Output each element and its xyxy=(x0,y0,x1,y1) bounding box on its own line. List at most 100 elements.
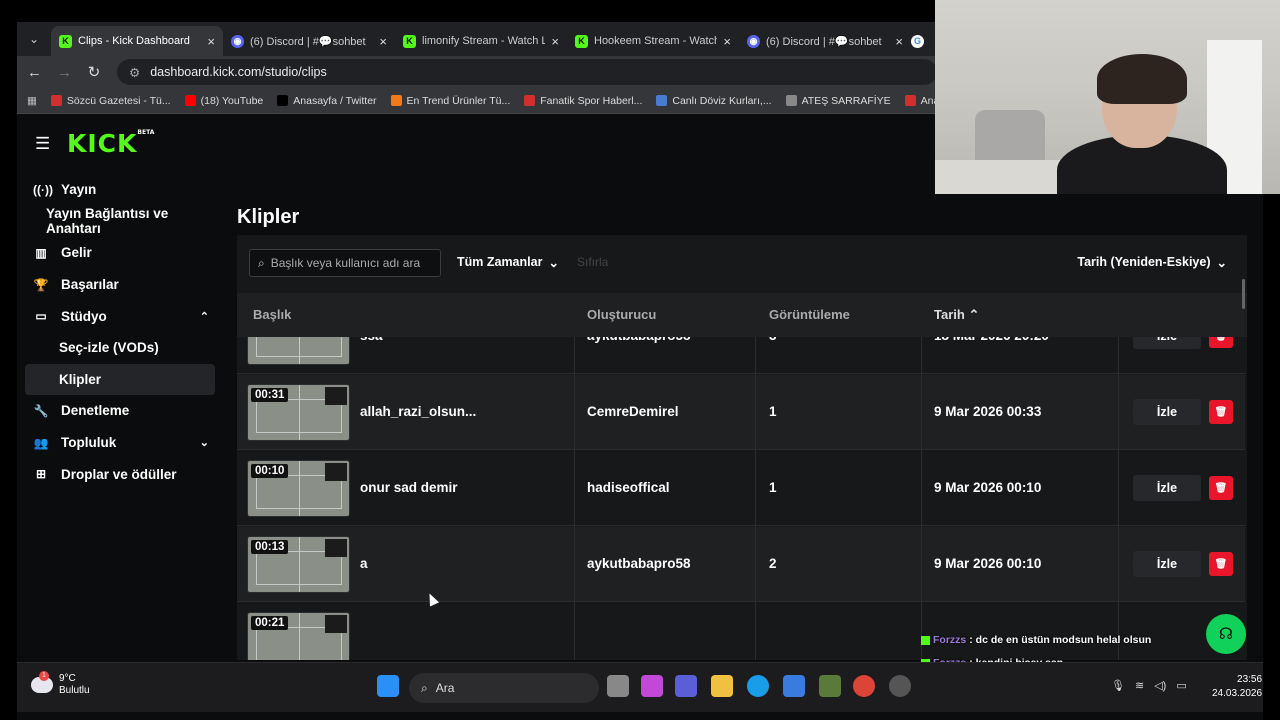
sidebar-item-3[interactable]: 🏆 Başarılar xyxy=(25,269,215,301)
minecraft-icon[interactable] xyxy=(819,675,841,697)
bookmark-favicon-icon xyxy=(277,95,289,106)
tab-4[interactable]: ◉ (6) Discord | #💬sohbet × xyxy=(739,26,911,56)
sidebar-item-9[interactable]: ⊞ Droplar ve ödüller xyxy=(25,458,215,490)
search-input[interactable]: ⌕ Başlık veya kullanıcı adı ara xyxy=(249,249,441,277)
tab-2[interactable]: Klimonify Stream - Watch Li × xyxy=(395,26,567,56)
wrench-icon: 🔧 xyxy=(33,403,49,418)
watch-button[interactable]: İzle xyxy=(1133,399,1201,425)
clip-title[interactable]: ssa xyxy=(360,337,383,343)
battery-icon[interactable]: ▭ xyxy=(1176,679,1186,692)
close-tab-icon[interactable]: × xyxy=(895,34,903,49)
bookmark-label: Sözcü Gazetesi - Tü... xyxy=(66,94,171,107)
clock[interactable]: 23:56 24.03.2026 xyxy=(1212,673,1262,701)
menu-icon[interactable]: ☰ xyxy=(35,134,50,154)
bookmark-item[interactable]: Canlı Döviz Kurları,... xyxy=(656,95,772,107)
chevron-down-icon[interactable]: ⌄ xyxy=(200,436,209,449)
sidebar-item-2[interactable]: ▥ Gelir xyxy=(25,237,215,269)
headset-icon: ☊ xyxy=(1218,626,1234,643)
sidebar-item-4[interactable]: ▭ Stüdyo ⌃ xyxy=(25,300,215,332)
clip-title[interactable]: allah_razi_olsun... xyxy=(360,404,476,419)
clip-creator[interactable]: hadiseoffical xyxy=(587,480,670,495)
clip-creator[interactable]: CemreDemirel xyxy=(587,404,679,419)
sidebar-item-0[interactable]: ((·)) Yayın xyxy=(25,174,215,206)
copilot-icon[interactable] xyxy=(641,675,663,697)
delete-button[interactable]: 🗑 xyxy=(1209,476,1233,500)
col-creator[interactable]: Oluşturucu xyxy=(587,307,656,322)
close-tab-icon[interactable]: × xyxy=(379,34,387,49)
bookmark-item[interactable]: Sözcü Gazetesi - Tü... xyxy=(50,94,171,107)
sidebar-item-5[interactable]: Seç-izle (VODs) xyxy=(25,332,215,364)
clip-creator[interactable]: aykutbabapro58 xyxy=(587,556,691,571)
chat-username[interactable]: Forzzs xyxy=(933,634,966,646)
bookmark-favicon-icon xyxy=(785,95,797,106)
forward-icon[interactable]: → xyxy=(57,64,72,81)
delete-button[interactable]: 🗑 xyxy=(1209,337,1233,348)
store-icon[interactable] xyxy=(783,675,805,697)
time-filter-dropdown[interactable]: Tüm Zamanlar ⌄ xyxy=(457,255,559,270)
reload-icon[interactable]: ↻ xyxy=(87,63,101,81)
tab-list-dropdown-icon[interactable]: ⌄ xyxy=(17,22,51,56)
sort-dropdown[interactable]: Tarih (Yeniden-Eskiye) ⌄ xyxy=(1077,255,1227,270)
start-icon[interactable] xyxy=(377,675,399,697)
bookmark-item[interactable]: ATEŞ SARRAFİYE xyxy=(785,95,891,107)
weather-widget[interactable]: 1 9°C Bulutlu xyxy=(31,671,90,697)
bookmark-item[interactable]: En Trend Ürünler Tü... xyxy=(390,95,510,107)
edge-icon[interactable] xyxy=(747,675,769,697)
clip-creator[interactable]: aykutbabapro58 xyxy=(587,337,691,343)
site-settings-icon[interactable]: ⚙ xyxy=(129,65,140,80)
clip-thumbnail[interactable]: 00:21 xyxy=(247,612,350,660)
sidebar-item-6[interactable]: Klipler xyxy=(25,363,215,396)
taskbar-search[interactable]: ⌕ Ara xyxy=(409,673,599,703)
delete-button[interactable]: 🗑 xyxy=(1209,552,1233,576)
watch-button[interactable]: İzle xyxy=(1133,475,1201,501)
watch-button[interactable]: İzle xyxy=(1133,551,1201,577)
chevron-up-icon[interactable]: ⌃ xyxy=(200,310,209,323)
app-icon[interactable] xyxy=(889,675,911,697)
col-views[interactable]: Görüntüleme xyxy=(769,307,850,322)
webcam-overlay xyxy=(935,0,1280,194)
close-tab-icon[interactable]: × xyxy=(723,34,731,49)
kick-logo[interactable]: KICKBETA xyxy=(67,129,154,158)
wifi-icon[interactable]: ≋ xyxy=(1135,679,1144,692)
chrome-icon[interactable] xyxy=(853,675,875,697)
clip-title[interactable]: onur sad demir xyxy=(360,480,458,495)
trophy-icon: 🏆 xyxy=(33,277,49,292)
clip-thumbnail[interactable]: 00:10 xyxy=(247,460,350,517)
clip-title[interactable]: a xyxy=(360,556,368,571)
clip-duration: 00:21 xyxy=(251,616,289,630)
mic-icon[interactable]: 🎙 xyxy=(1111,679,1125,692)
watch-button[interactable]: İzle xyxy=(1133,337,1201,349)
col-date[interactable]: Tarih ⌃ xyxy=(934,307,979,323)
delete-button[interactable]: 🗑 xyxy=(1209,400,1233,424)
sidebar-item-1[interactable]: Yayın Bağlantısı ve Anahtarı xyxy=(25,206,215,238)
task-view-icon[interactable] xyxy=(607,675,629,697)
reset-button[interactable]: Sıfırla xyxy=(577,255,608,269)
teams-icon[interactable] xyxy=(675,675,697,697)
sidebar-item-8[interactable]: 👥 Topluluk ⌄ xyxy=(25,427,215,459)
back-icon[interactable]: ← xyxy=(27,64,42,81)
clip-thumbnail[interactable]: 00:13 xyxy=(247,536,350,593)
system-tray[interactable]: 🎙 ≋ ◁) ▭ xyxy=(1111,679,1187,692)
close-tab-icon[interactable]: × xyxy=(207,34,215,49)
bookmark-item[interactable]: (18) YouTube xyxy=(184,95,263,107)
col-date-label: Tarih xyxy=(934,307,965,322)
col-title[interactable]: Başlık xyxy=(253,307,291,322)
support-chat-button[interactable]: ☊ xyxy=(1206,614,1246,654)
clip-thumbnail[interactable] xyxy=(247,337,350,365)
sidebar-item-7[interactable]: 🔧 Denetleme xyxy=(25,395,215,427)
apps-grid-icon[interactable]: ▦ xyxy=(27,95,37,107)
tab-3[interactable]: K Hookeem Stream - Watch × xyxy=(567,26,739,56)
volume-icon[interactable]: ◁) xyxy=(1154,679,1166,692)
scrollbar[interactable] xyxy=(1242,279,1245,309)
google-tab-icon[interactable]: G xyxy=(911,26,933,56)
bookmark-item[interactable]: Anasayfa / Twitter xyxy=(277,95,377,107)
url-input[interactable]: ⚙ dashboard.kick.com/studio/clips xyxy=(117,59,937,85)
file-explorer-icon[interactable] xyxy=(711,675,733,697)
bookmark-item[interactable]: Fanatik Spor Haberl... xyxy=(524,95,642,107)
clip-thumbnail[interactable]: 00:31 xyxy=(247,384,350,441)
tab-0[interactable]: K Clips - Kick Dashboard × xyxy=(51,26,223,56)
tab-title: Hookeem Stream - Watch xyxy=(594,35,718,47)
close-tab-icon[interactable]: × xyxy=(551,34,559,49)
search-placeholder: Başlık veya kullanıcı adı ara xyxy=(270,256,421,270)
tab-1[interactable]: ◉ (6) Discord | #💬sohbet × xyxy=(223,26,395,56)
